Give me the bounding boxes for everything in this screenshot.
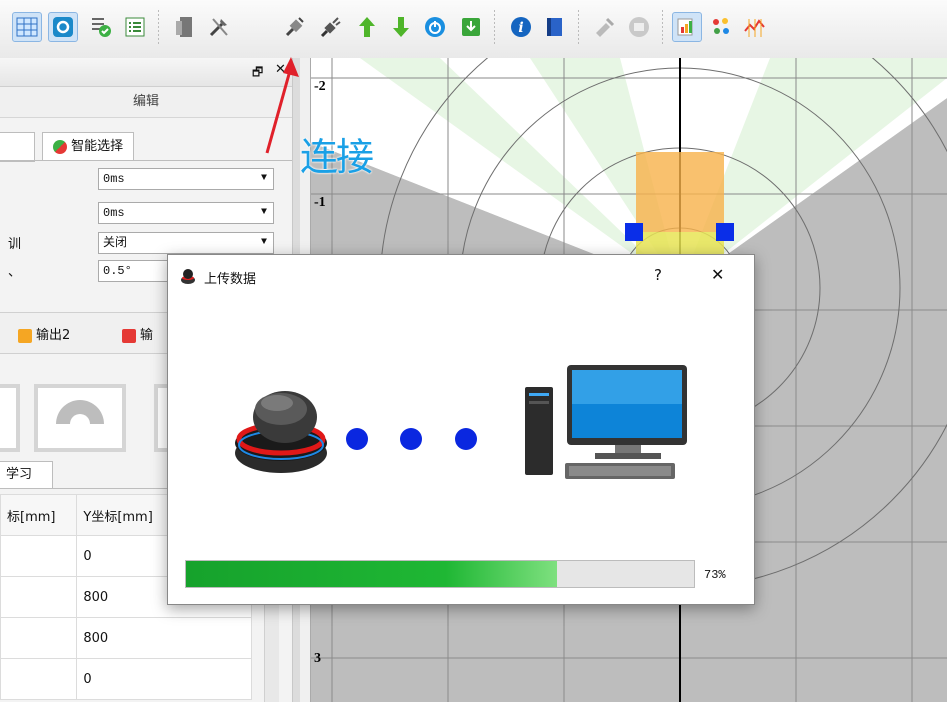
info-icon[interactable]: i: [506, 12, 536, 42]
tab-edit[interactable]: 编辑: [0, 87, 292, 118]
chart-icon[interactable]: [672, 12, 702, 42]
output-3-tab[interactable]: 输: [122, 324, 153, 343]
save-icon[interactable]: [456, 12, 486, 42]
settings-icon[interactable]: [48, 12, 78, 42]
check-doc-icon[interactable]: [86, 12, 116, 42]
delay-select-1[interactable]: 0ms ▼: [98, 168, 274, 190]
dialog-title-bar[interactable]: 上传数据 ? ✕: [168, 255, 754, 299]
tab-smart-select[interactable]: 智能选择: [42, 132, 135, 161]
angle-select[interactable]: 0.5°: [98, 260, 168, 282]
plug-connect-icon[interactable]: [316, 12, 346, 42]
table-row[interactable]: 0: [0, 658, 252, 700]
connect-annotation: 连接: [300, 135, 374, 179]
dialog-title: 上传数据: [204, 272, 257, 287]
output-2-swatch: [18, 328, 32, 343]
upload-dialog: 上传数据 ? ✕ 73%: [167, 254, 755, 605]
plug-icon[interactable]: [280, 12, 310, 42]
progress-fill: [186, 561, 557, 587]
progress-dot-1: [346, 428, 368, 450]
panel-header: 🗗 ✕: [0, 58, 292, 87]
list-icon[interactable]: [120, 12, 150, 42]
progress-dot-3: [455, 428, 477, 450]
axis-label-3: 3: [314, 651, 321, 666]
tools-icon[interactable]: [204, 12, 234, 42]
tab-learn[interactable]: 学习: [0, 461, 53, 488]
main-toolbar: i: [0, 0, 947, 59]
tab-blank[interactable]: [0, 132, 35, 162]
disabled-tool-icon: [590, 12, 620, 42]
upload-icon[interactable]: [352, 12, 382, 42]
table-icon[interactable]: [12, 12, 42, 42]
output-3-swatch: [122, 328, 136, 343]
computer-icon: [525, 365, 687, 479]
palette-icon[interactable]: [706, 12, 736, 42]
progress-percent: 73%: [704, 568, 726, 582]
disabled-disk-icon: [624, 12, 654, 42]
line-chart-icon[interactable]: [740, 12, 770, 42]
output-2-tab[interactable]: 输出2: [18, 324, 70, 343]
progress-dot-2: [400, 428, 422, 450]
upload-progress-bar: [185, 560, 695, 588]
svg-text:i: i: [518, 20, 523, 36]
device-icon: [235, 391, 327, 473]
power-icon[interactable]: [420, 12, 450, 42]
delay-select-2[interactable]: 0ms ▼: [98, 202, 274, 224]
col-header-x[interactable]: 标[mm]: [0, 494, 78, 536]
dialog-body: [183, 307, 737, 544]
app-icon: [180, 267, 196, 289]
help-button[interactable]: ?: [654, 266, 662, 284]
preview-thumb-2[interactable]: [34, 384, 126, 452]
table-row[interactable]: 800: [0, 617, 252, 659]
download-icon[interactable]: [386, 12, 416, 42]
smart-select-icon: [53, 139, 67, 154]
axis-label-neg2: -2: [314, 79, 326, 94]
axis-label-neg1: -1: [314, 195, 326, 210]
server-icon[interactable]: [170, 12, 200, 42]
mode-select[interactable]: 关闭 ▼: [98, 232, 274, 254]
preview-thumb-1[interactable]: [0, 384, 20, 452]
close-button[interactable]: ✕: [711, 265, 724, 284]
book-icon[interactable]: [540, 12, 570, 42]
